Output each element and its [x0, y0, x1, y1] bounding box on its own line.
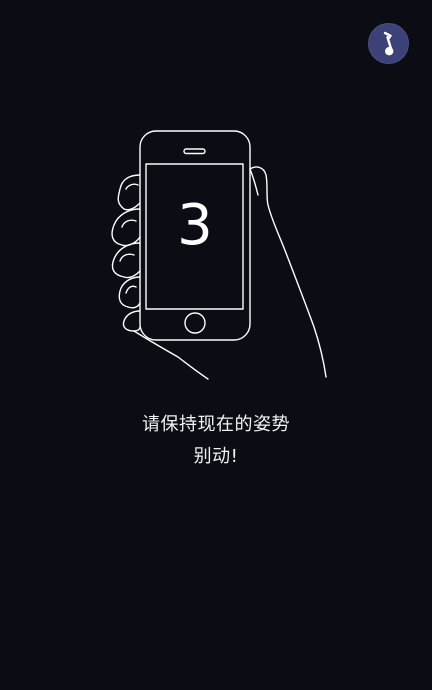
instruction-line-2: 别动!: [193, 446, 239, 467]
music-note-button[interactable]: [368, 23, 409, 64]
instruction-line-1: 请保持现在的姿势: [142, 414, 290, 435]
countdown-number: 3: [177, 193, 213, 258]
music-note-icon: [383, 31, 394, 56]
